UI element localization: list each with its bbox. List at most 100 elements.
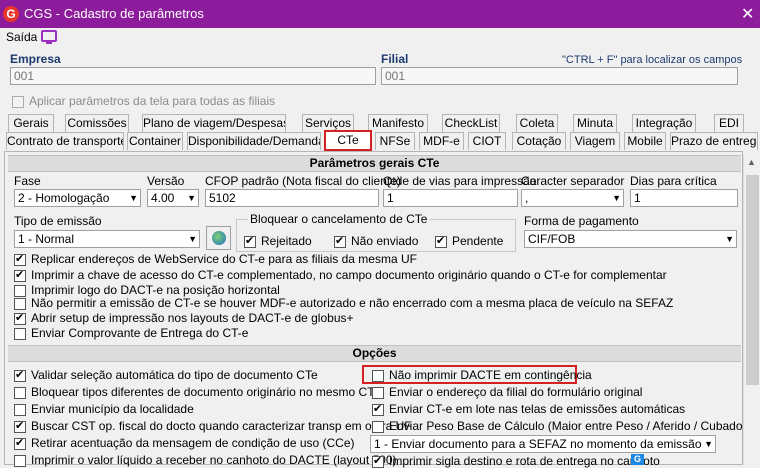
chevron-down-icon[interactable]: ▼ (725, 232, 734, 246)
monitor-icon[interactable] (41, 30, 57, 44)
opt-imprimir-sigla[interactable]: Imprimir sigla destino e rota de entrega… (372, 454, 660, 468)
tab-prazo-entrega[interactable]: Prazo de entrega (670, 132, 758, 150)
chevron-down-icon[interactable]: ▼ (612, 191, 621, 205)
info-icon[interactable]: G (631, 454, 644, 465)
tab-comissoes[interactable]: Comissões (65, 114, 129, 132)
checkbox-box[interactable] (14, 311, 26, 325)
tipo-emissao-select[interactable]: 1 - Normal ▼ (14, 230, 200, 248)
tab-disponibilidade[interactable]: Disponibilidade/Demanda (187, 132, 321, 150)
checkbox-box[interactable] (14, 454, 26, 467)
check-logo-horizontal-label: Imprimir logo do DACT-e na posição horiz… (31, 283, 280, 297)
checkbox-box[interactable] (372, 454, 384, 468)
checkbox-box[interactable] (372, 369, 384, 382)
opt-bloquear-tipos-label: Bloquear tipos diferentes de documento o… (31, 385, 380, 399)
opt-peso-base[interactable]: Enviar Peso Base de Cálculo (Maior entre… (372, 419, 747, 433)
checkbox-box[interactable] (14, 419, 26, 433)
check-replicar[interactable]: Replicar endereços de WebService do CT-e… (14, 252, 417, 266)
check-comprovante-label: Enviar Comprovante de Entrega do CT-e (31, 326, 249, 340)
checkbox-box[interactable] (334, 234, 346, 248)
tab-cte[interactable]: CTe (324, 130, 372, 151)
checkbox-box[interactable] (14, 403, 26, 416)
opt-enviar-municipio[interactable]: Enviar município da localidade (14, 402, 194, 416)
tab-container[interactable]: Container (127, 132, 183, 150)
apply-all-label: Aplicar parâmetros da tela para todas as… (29, 94, 276, 108)
envio-select[interactable]: 1 - Enviar documento para a SEFAZ no mom… (370, 435, 716, 453)
opt-imprimir-sigla-label: Imprimir sigla destino e rota de entrega… (389, 454, 660, 468)
close-icon[interactable]: ✕ (741, 4, 754, 24)
tab-mdfe[interactable]: MDF-e (419, 132, 464, 150)
check-abrir-setup[interactable]: Abrir setup de impressão nos layouts de … (14, 311, 354, 325)
opt-retirar-acentuacao[interactable]: Retirar acentuação da mensagem de condiç… (14, 436, 355, 450)
tab-contrato-transporte[interactable]: Contrato de transporte (6, 132, 124, 150)
tab-edi[interactable]: EDI (714, 114, 744, 132)
bloquear-pendente[interactable]: Pendente (435, 234, 503, 248)
apply-all-checkbox[interactable]: Aplicar parâmetros da tela para todas as… (12, 94, 275, 108)
checkbox-box[interactable] (14, 436, 26, 450)
checkbox-box[interactable] (372, 386, 384, 399)
vias-label: Qtde de vias para impressão (383, 174, 537, 188)
checkbox-box[interactable] (14, 252, 26, 266)
check-abrir-setup-label: Abrir setup de impressão nos layouts de … (31, 311, 354, 325)
tab-checklist[interactable]: CheckList (442, 114, 500, 132)
globe-button[interactable] (206, 226, 231, 250)
checkbox-box[interactable] (14, 386, 26, 399)
empresa-field[interactable]: 001 (10, 67, 376, 85)
filial-field[interactable]: 001 (381, 67, 738, 85)
tab-integracao[interactable]: Integração (632, 114, 696, 132)
forma-pagamento-value: CIF/FOB (528, 232, 576, 246)
separador-select[interactable]: , ▼ (521, 189, 624, 207)
opt-bloquear-tipos[interactable]: Bloquear tipos diferentes de documento o… (14, 385, 380, 399)
checkbox-box[interactable] (435, 234, 447, 248)
tab-plano-viagem[interactable]: Plano de viagem/Despesas (142, 114, 286, 132)
chevron-down-icon[interactable]: ▼ (188, 232, 197, 246)
checkbox-box[interactable] (14, 268, 26, 282)
scroll-up-icon[interactable]: ▲ (747, 157, 756, 167)
tab-minuta[interactable]: Minuta (573, 114, 617, 132)
checkbox-box[interactable] (12, 95, 24, 108)
tab-gerais[interactable]: Gerais (8, 114, 54, 132)
opt-buscar-cst[interactable]: Buscar CST op. fiscal do docto quando ca… (14, 419, 412, 433)
checkbox-box[interactable] (14, 297, 26, 310)
separador-label: Caracter separador (521, 174, 625, 188)
checkbox-box[interactable] (372, 420, 384, 433)
bloquear-rejeitado-label: Rejeitado (261, 234, 312, 248)
tab-manifesto[interactable]: Manifesto (368, 114, 428, 132)
tab-mobile[interactable]: Mobile (624, 132, 666, 150)
tab-coleta[interactable]: Coleta (516, 114, 558, 132)
opt-nao-imprimir-label: Não imprimir DACTE em contingência (389, 368, 592, 382)
menu-saida[interactable]: Saída (6, 30, 37, 44)
tab-cotacao[interactable]: Cotação (512, 132, 566, 150)
title-bar: G CGS - Cadastro de parâmetros ✕ (0, 0, 760, 28)
cfop-field[interactable]: 5102 (205, 189, 379, 207)
forma-pagamento-select[interactable]: CIF/FOB ▼ (524, 230, 737, 248)
opt-nao-imprimir-contingencia[interactable]: Não imprimir DACTE em contingência (372, 368, 592, 382)
tab-viagem[interactable]: Viagem (570, 132, 620, 150)
bloquear-nao-enviado[interactable]: Não enviado (334, 234, 418, 248)
checkbox-box[interactable] (14, 327, 26, 340)
bloquear-rejeitado[interactable]: Rejeitado (244, 234, 312, 248)
vias-field[interactable]: 1 (383, 189, 518, 207)
check-logo-horizontal[interactable]: Imprimir logo do DACT-e na posição horiz… (14, 283, 280, 297)
chevron-down-icon[interactable]: ▼ (129, 191, 138, 205)
check-imprimir-chave[interactable]: Imprimir a chave de acesso do CT-e compl… (14, 268, 667, 282)
chevron-down-icon[interactable]: ▼ (704, 437, 713, 451)
scrollbar-thumb[interactable] (746, 175, 759, 385)
opt-enviar-lote[interactable]: Enviar CT-e em lote nas telas de emissõe… (372, 402, 685, 416)
opt-endereco-filial[interactable]: Enviar o endereço da filial do formulári… (372, 385, 642, 399)
checkbox-box[interactable] (244, 234, 256, 248)
opt-validar[interactable]: Validar seleção automática do tipo de do… (14, 368, 318, 382)
window-title: CGS - Cadastro de parâmetros (24, 6, 204, 21)
checkbox-box[interactable] (372, 402, 384, 416)
app-logo-icon: G (3, 6, 19, 22)
check-comprovante[interactable]: Enviar Comprovante de Entrega do CT-e (14, 326, 248, 340)
envio-value: 1 - Enviar documento para a SEFAZ no mom… (374, 437, 702, 451)
check-nao-permitir[interactable]: Não permitir a emissão de CT-e se houver… (14, 296, 673, 310)
vertical-scrollbar[interactable]: ▲ (743, 155, 760, 465)
fase-select[interactable]: 2 - Homologação ▼ (14, 189, 141, 207)
checkbox-box[interactable] (14, 368, 26, 382)
versao-select[interactable]: 4.00 ▼ (147, 189, 199, 207)
chevron-down-icon[interactable]: ▼ (187, 191, 196, 205)
tab-ciot[interactable]: CIOT (468, 132, 506, 150)
tab-nfse[interactable]: NFSe (375, 132, 415, 150)
dias-field[interactable]: 1 (630, 189, 738, 207)
